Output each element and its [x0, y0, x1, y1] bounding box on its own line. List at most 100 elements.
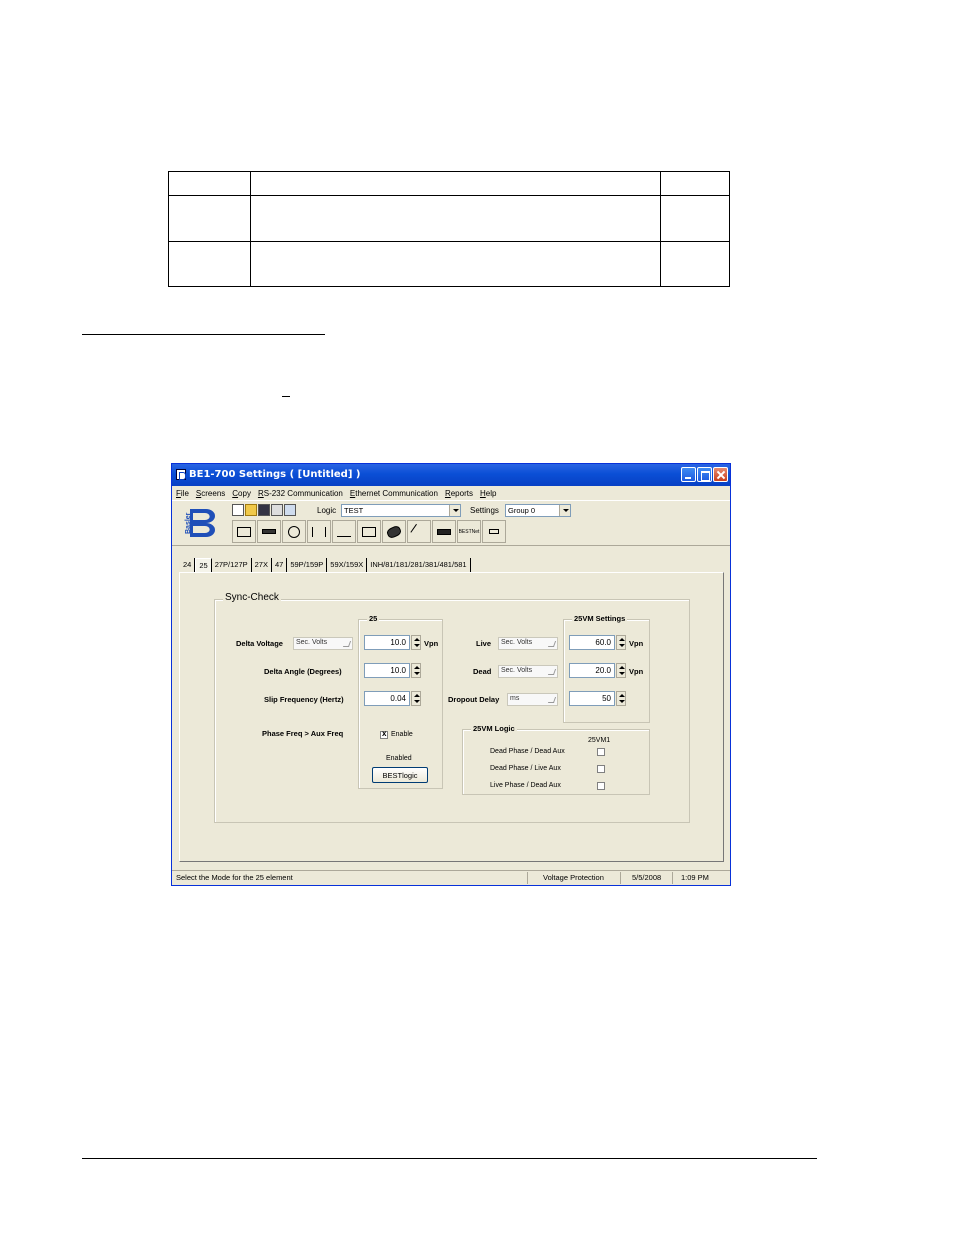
- print-preview-icon[interactable]: [284, 504, 296, 516]
- menu-help[interactable]: Help: [480, 489, 496, 498]
- delta-voltage-spinner[interactable]: [411, 635, 421, 650]
- file-toolbar: [232, 504, 296, 518]
- menu-file[interactable]: File: [176, 489, 189, 498]
- settings-group-select[interactable]: Group 0: [505, 504, 571, 517]
- minimize-button[interactable]: [681, 467, 696, 482]
- logic-select[interactable]: TEST: [341, 504, 461, 517]
- tab-24[interactable]: 24: [180, 558, 196, 572]
- status-divider: [672, 872, 673, 884]
- bestlogic-button[interactable]: BESTlogic: [372, 767, 428, 783]
- status-divider: [620, 872, 621, 884]
- table-cell: [168, 241, 251, 287]
- maximize-button[interactable]: [697, 467, 712, 482]
- tab-27x[interactable]: 27X: [251, 558, 272, 572]
- close-button[interactable]: [713, 467, 728, 482]
- tab-59p[interactable]: 59P/159P: [287, 558, 328, 572]
- chevron-down-icon[interactable]: [559, 505, 570, 516]
- basler-logo: Basler: [185, 509, 215, 537]
- bestnet-icon[interactable]: BESTNet: [457, 520, 481, 543]
- bestnet-label: BESTNet: [458, 528, 480, 535]
- screens-toolbar: BESTNet: [232, 520, 506, 544]
- table-cell: [168, 195, 251, 242]
- group-25-title: 25: [367, 614, 380, 623]
- dropout-delay-input[interactable]: 50: [569, 691, 615, 706]
- table-cell: [250, 241, 661, 287]
- communications-icon[interactable]: [257, 520, 281, 543]
- logic-row-dead-live: Dead Phase / Live Aux: [490, 765, 561, 772]
- logic-row-dead-dead: Dead Phase / Dead Aux: [490, 748, 565, 755]
- slip-frequency-spinner[interactable]: [411, 691, 421, 706]
- tab-page-25: Sync-Check 25 Delta Voltage Sec. Volts 1…: [179, 572, 724, 862]
- section-heading-underline: [82, 334, 325, 335]
- status-section: Voltage Protection: [543, 873, 604, 882]
- menu-reports[interactable]: Reports: [445, 489, 473, 498]
- delta-voltage-label: Delta Voltage: [236, 639, 283, 648]
- sync-check-title: Sync-Check: [223, 592, 281, 603]
- vm25-logic-column-header: 25VM1: [588, 737, 611, 744]
- tab-47[interactable]: 47: [272, 558, 288, 572]
- chevron-down-icon[interactable]: [449, 505, 460, 516]
- timers-icon[interactable]: [357, 520, 381, 543]
- menu-ethernet[interactable]: Ethernet Communication: [350, 489, 438, 498]
- dead-label: Dead: [473, 667, 492, 676]
- dead-mode[interactable]: Sec. Volts: [498, 665, 558, 678]
- new-file-icon[interactable]: [232, 504, 244, 516]
- waveform-icon[interactable]: [332, 520, 356, 543]
- menu-rs232[interactable]: RS-232 Communication: [258, 489, 343, 498]
- footer-rule: [82, 1158, 817, 1159]
- tab-strip: 24 25 27P/127P 27X 47 59P/159P 59X/159X …: [180, 558, 471, 572]
- delta-voltage-unit: Vpn: [424, 639, 439, 648]
- voltage-protection-icon[interactable]: [307, 520, 331, 543]
- system-params-icon[interactable]: [282, 520, 306, 543]
- delta-voltage-mode[interactable]: Sec. Volts: [293, 637, 353, 650]
- delta-angle-input[interactable]: 10.0: [364, 663, 410, 678]
- table-cell: [660, 241, 730, 287]
- status-hint: Select the Mode for the 25 element: [176, 873, 293, 882]
- dropout-delay-spinner[interactable]: [616, 691, 626, 706]
- table-cell: [250, 171, 661, 196]
- status-bar: Select the Mode for the 25 element Volta…: [172, 870, 730, 885]
- dead-dead-checkbox[interactable]: [597, 748, 605, 756]
- logic-row-live-dead: Live Phase / Dead Aux: [490, 782, 561, 789]
- tab-25[interactable]: 25: [195, 558, 212, 572]
- live-spinner[interactable]: [616, 635, 626, 650]
- live-dead-checkbox[interactable]: [597, 782, 605, 790]
- settings-window: BE1-700 Settings ( [Untitled] ) File Scr…: [171, 463, 731, 886]
- tab-59x[interactable]: 59X/159X: [327, 558, 368, 572]
- tab-27p[interactable]: 27P/127P: [211, 558, 252, 572]
- app-icon: [176, 469, 186, 480]
- slip-frequency-input[interactable]: 0.04: [364, 691, 410, 706]
- delta-voltage-input[interactable]: 10.0: [364, 635, 410, 650]
- live-input[interactable]: 60.0: [569, 635, 615, 650]
- dead-input[interactable]: 20.0: [569, 663, 615, 678]
- enable-checkbox[interactable]: [380, 729, 388, 739]
- delta-angle-spinner[interactable]: [411, 663, 421, 678]
- general-settings-icon[interactable]: [232, 520, 256, 543]
- svg-text:Basler: Basler: [185, 512, 192, 534]
- open-folder-icon[interactable]: [245, 504, 257, 516]
- control-switch-icon[interactable]: [407, 520, 431, 543]
- tab-inh-81[interactable]: INH/81/181/281/381/481/581: [367, 558, 471, 572]
- breaker-icon[interactable]: [382, 520, 406, 543]
- print-icon[interactable]: [271, 504, 283, 516]
- slip-frequency-label: Slip Frequency (Hertz): [264, 695, 344, 704]
- menu-copy[interactable]: Copy: [232, 489, 251, 498]
- dropout-delay-mode[interactable]: ms: [507, 693, 558, 706]
- connect-plug-icon[interactable]: [482, 520, 506, 543]
- live-mode[interactable]: Sec. Volts: [498, 637, 558, 650]
- live-label: Live: [476, 639, 492, 648]
- save-disk-icon[interactable]: [258, 504, 270, 516]
- toolbar: Basler Logic TEST Settings Group 0 BESTN…: [172, 500, 730, 546]
- document-table: [168, 171, 730, 287]
- title-bar[interactable]: BE1-700 Settings ( [Untitled] ): [172, 464, 730, 486]
- settings-label: Settings: [470, 506, 499, 515]
- reporting-icon[interactable]: [432, 520, 456, 543]
- table-cell: [168, 171, 251, 196]
- live-unit: Vpn: [629, 639, 644, 648]
- menu-screens[interactable]: Screens: [196, 489, 225, 498]
- logic-label: Logic: [317, 506, 337, 515]
- menu-bar: File Screens Copy RS-232 Communication E…: [172, 486, 730, 500]
- table-cell: [250, 195, 661, 242]
- dead-spinner[interactable]: [616, 663, 626, 678]
- dead-live-checkbox[interactable]: [597, 765, 605, 773]
